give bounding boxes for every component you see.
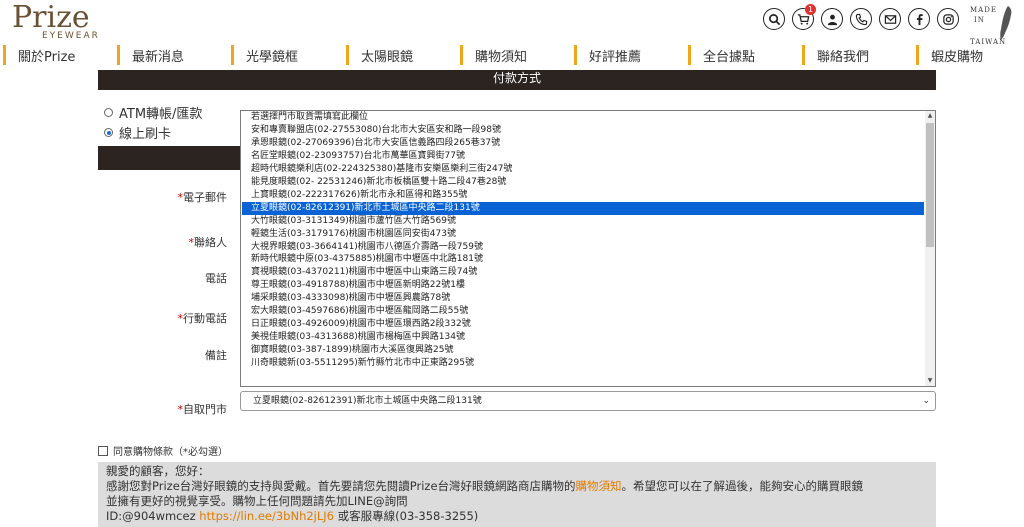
store-option[interactable]: 上寶眼鏡(02-222317626)新北市永和區得和路355號 (251, 189, 467, 202)
nav-label: 太陽眼鏡 (361, 49, 414, 65)
shopping-guide-link[interactable]: 購物須知 (576, 479, 622, 493)
store-option[interactable]: 寶視眼鏡(03-4370211)桃園市中壢區中山東路三段74號 (251, 266, 477, 279)
radio-button[interactable] (104, 108, 113, 117)
facebook-icon[interactable] (908, 8, 930, 30)
line-link[interactable]: https://lin.ee/3bNh2jLJ6 (199, 509, 334, 523)
store-option[interactable]: 大竹眼鏡(03-3131349)桃園市蘆竹區大竹路569號 (251, 215, 456, 228)
store-option[interactable]: 尊王眼鏡(03-4918788)桃園市中壢區新明路22號1樓 (251, 279, 465, 292)
store-option[interactable]: 超時代眼鏡樂利店(02-224325380)基隆市安樂區樂利三街247號 (251, 163, 512, 176)
notice-line2: 感謝您對Prize台灣好眼鏡的支持與愛戴。首先要請您先閱讀Prize台灣好眼鏡網… (106, 479, 864, 493)
dropdown-scrollbar[interactable]: ▲ ▼ (925, 111, 935, 386)
nav-item-shopping-guide[interactable]: 購物須知 (460, 44, 527, 66)
scrollbar-thumb[interactable] (926, 123, 934, 247)
checkbox[interactable] (98, 445, 108, 456)
nav-divider (460, 45, 463, 65)
shipping-section-bar (98, 146, 240, 170)
payment-option-atm[interactable]: ATM轉帳/匯款 (104, 103, 202, 122)
email-label: *電子郵件 (177, 191, 228, 204)
nav-label: 購物須知 (475, 49, 528, 65)
phone-icon[interactable] (850, 8, 872, 30)
nav-item-stores[interactable]: 全台據點 (688, 44, 755, 66)
contact-label: *聯絡人 (188, 236, 228, 249)
nav-item-shopee[interactable]: 蝦皮購物 (916, 44, 983, 66)
scroll-up-arrow-icon[interactable]: ▲ (926, 112, 934, 120)
nav-item-contact[interactable]: 聯絡我們 (802, 44, 869, 66)
brand-name: Prize (12, 0, 90, 35)
store-option[interactable]: 大視界眼鏡(03-3664141)桃園市八德區介壽路一段759號 (251, 241, 483, 254)
mail-icon[interactable] (879, 8, 901, 30)
store-option[interactable]: 能見度眼鏡(02- 22531246)新北市板橋區雙十路二段47巷28號 (251, 176, 506, 189)
store-option[interactable]: 名匠堂眼鏡(02-23093757)台北市萬華區寶興街77號 (251, 150, 465, 163)
store-option[interactable]: 新時代眼鏡中原(03-4375885)桃園市中壢區中北路181號 (251, 253, 483, 266)
nav-item-reviews[interactable]: 好評推薦 (574, 44, 641, 66)
note-label: 備註 (205, 349, 227, 362)
nav-divider (574, 45, 577, 65)
nav-label: 光學鏡框 (246, 49, 299, 65)
customer-notice: 親愛的顧客，您好： 感謝您對Prize台灣好眼鏡的支持與愛戴。首先要請您先閱讀P… (98, 462, 936, 527)
pickup-store-select[interactable]: 立夏眼鏡(02-82612391)新北市土城區中央路二段131號 ⌄ (240, 391, 936, 411)
nav-divider (3, 45, 6, 65)
nav-label: 全台據點 (703, 49, 756, 65)
nav-label: 好評推薦 (589, 49, 642, 65)
store-option[interactable]: 承恩眼鏡(02-27069396)台北市大安區信義路四段265巷37號 (251, 137, 500, 150)
made-in-taiwan-badge: MADE IN TAIWAN (970, 5, 1020, 46)
nav-item-optical-frames[interactable]: 光學鏡框 (231, 44, 298, 66)
store-option[interactable]: 輕鏡生活(03-3179176)桃園市桃園區同安街473號 (251, 228, 456, 241)
phone-label: 電話 (205, 272, 227, 285)
nav-item-about[interactable]: 關於Prize (3, 44, 75, 66)
pickup-store-selected-value: 立夏眼鏡(02-82612391)新北市土城區中央路二段131號 (253, 396, 482, 406)
store-option[interactable]: 美視佳眼鏡(03-4313688)桃園市楊梅區中興路134號 (251, 331, 465, 344)
brand-sub: EYEWEAR (42, 31, 100, 41)
store-option[interactable]: 日正眼鏡(03-4926009)桃園市中壢區環西路2段332號 (251, 318, 471, 331)
store-option[interactable]: 川奇眼鏡新(03-5511295)新竹縣竹北市中正東路295號 (251, 357, 474, 370)
nav-label: 最新消息 (132, 49, 185, 65)
payment-option-credit-card[interactable]: 線上刷卡 (104, 123, 171, 142)
notice-line3: 並擁有更好的視覺享受。購物上任何問題請先加LINE@詢問 (106, 494, 408, 508)
mobile-label: *行動電話 (177, 312, 228, 325)
payment-option-label: ATM轉帳/匯款 (119, 107, 203, 122)
nav-divider (916, 45, 919, 65)
pickup-store-label: *自取門市 (177, 403, 228, 416)
payment-section-title: 付款方式 (98, 70, 936, 90)
nav-label: 聯絡我們 (817, 49, 870, 65)
cart-icon[interactable]: 1 (792, 4, 816, 30)
payment-option-label: 線上刷卡 (119, 127, 172, 142)
main-nav: 關於Prize 最新消息 光學鏡框 太陽眼鏡 購物須知 好評推薦 全台據點 聯絡… (0, 44, 1024, 68)
nav-divider (688, 45, 691, 65)
store-option[interactable]: 安和專賣聯盟店(02-27553080)台北市大安區安和路一段98號 (251, 124, 501, 137)
store-option[interactable]: 若選擇門市取貨需填寫此欄位 (251, 111, 368, 124)
instagram-icon[interactable] (937, 8, 959, 30)
search-icon[interactable] (763, 8, 785, 30)
nav-label: 蝦皮購物 (931, 49, 984, 65)
radio-button-selected[interactable] (104, 128, 113, 137)
store-option[interactable]: 宏大眼鏡(03-4597686)桃園市中壢區龍岡路二段55號 (251, 305, 468, 318)
taiwan-map-icon (1000, 6, 1012, 40)
nav-item-news[interactable]: 最新消息 (117, 44, 184, 66)
member-icon[interactable] (821, 8, 843, 30)
scroll-down-arrow-icon[interactable]: ▼ (926, 377, 934, 385)
chevron-down-icon: ⌄ (922, 396, 930, 406)
cart-count-badge: 1 (805, 4, 816, 15)
store-dropdown-list[interactable]: 川奇眼鏡新(03-5511295)新竹縣竹北市中正東路295號 御寶眼鏡(03-3… (240, 110, 936, 387)
notice-greeting: 親愛的顧客，您好： (106, 464, 210, 478)
nav-divider (231, 45, 234, 65)
nav-divider (346, 45, 349, 65)
nav-divider (117, 45, 120, 65)
notice-line4: ID:@904wmcez https://lin.ee/3bNh2jLJ6 或客… (106, 509, 479, 523)
agree-terms-checkbox[interactable]: 同意購物條款（*必勾選） (98, 443, 228, 458)
nav-label: 關於Prize (18, 49, 76, 65)
brand-logo[interactable]: Prize EYEWEAR (12, 2, 108, 42)
store-option[interactable]: 立夏眼鏡(02-82612391)新北市土城區中央路二段131號 (242, 201, 924, 215)
nav-divider (802, 45, 805, 65)
agree-terms-label: 同意購物條款（*必勾選） (113, 447, 228, 458)
store-option[interactable]: 埔采眼鏡(03-4333098)桃園市中壢區興農路78號 (251, 292, 450, 305)
store-option[interactable]: 御寶眼鏡(03-387-1899)桃園市大溪區復興路25號 (251, 344, 454, 357)
nav-item-sunglasses[interactable]: 太陽眼鏡 (346, 44, 413, 66)
